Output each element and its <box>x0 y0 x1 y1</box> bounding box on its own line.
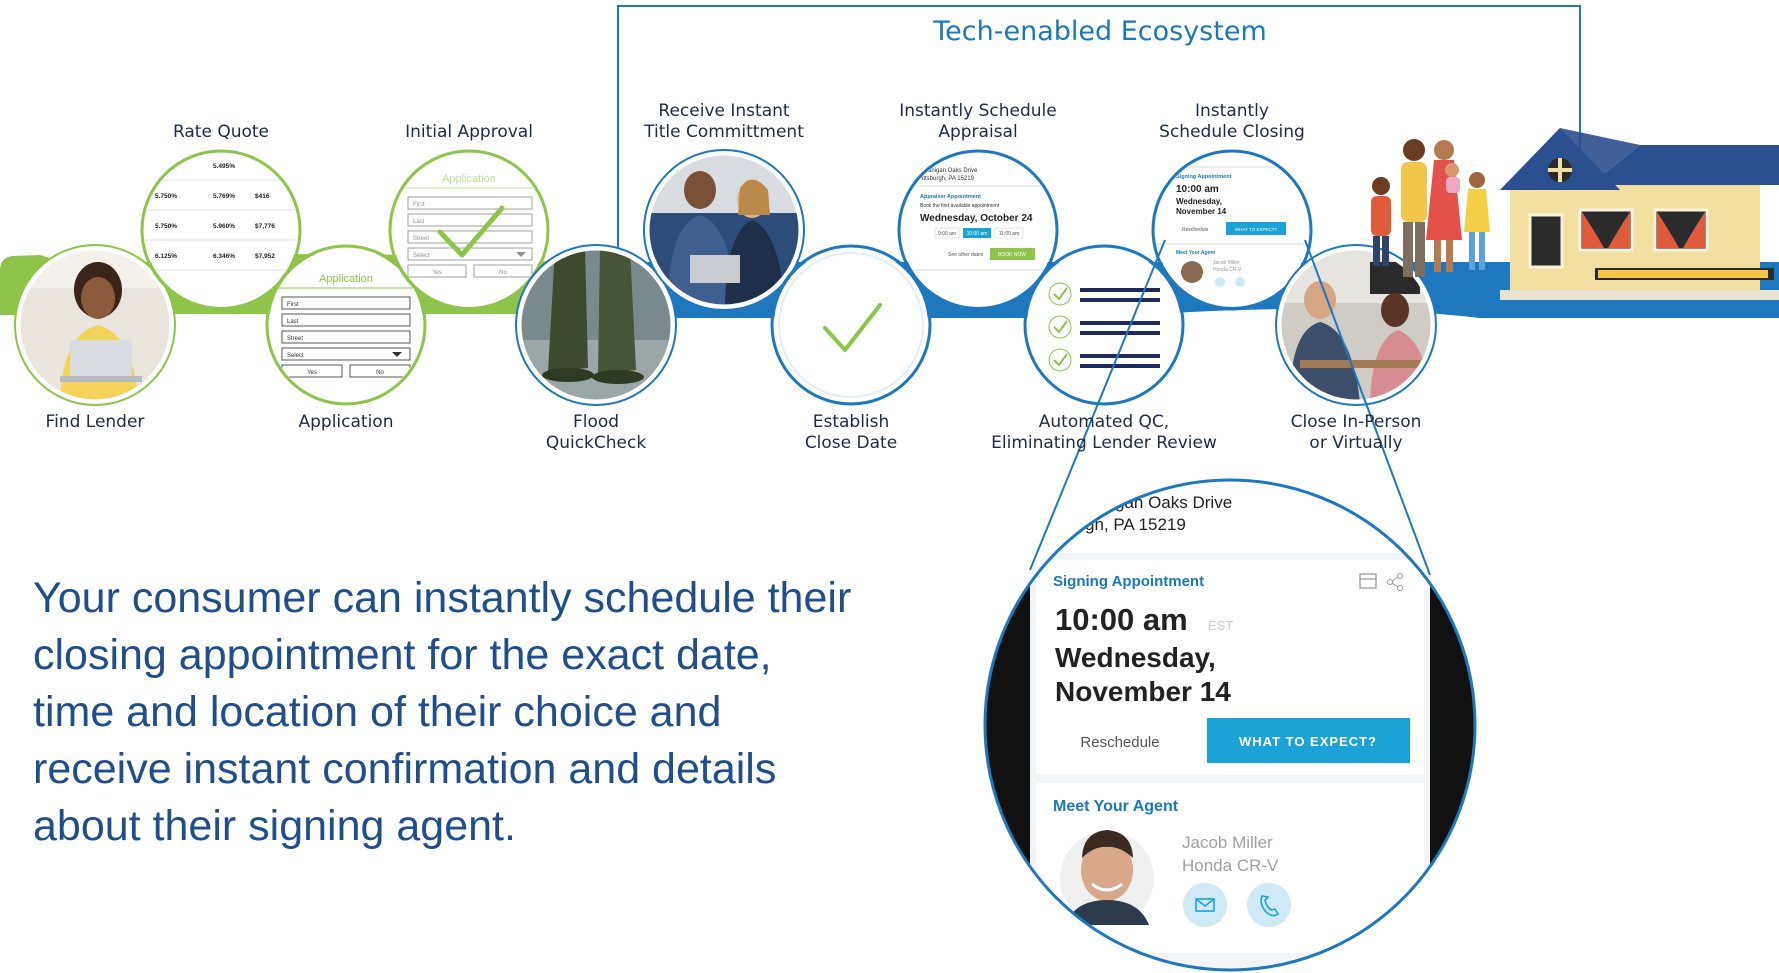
svg-text:10:00 am: 10:00 am <box>967 231 988 237</box>
title-commitment-circle <box>643 149 805 311</box>
zoom-circle: gan Oaks Drive gh, PA 15219 Signing Appo… <box>983 478 1477 972</box>
svg-text:Jacob Miller: Jacob Miller <box>1182 833 1273 852</box>
family-illustration <box>1371 139 1490 277</box>
application-form-title: Application <box>319 273 373 285</box>
rate-quote-cell: $7,952 <box>255 253 275 260</box>
svg-text:Jacob Miller: Jacob Miller <box>1213 260 1240 266</box>
svg-text:November 14: November 14 <box>1176 207 1227 216</box>
svg-text:Reschedule: Reschedule <box>1182 227 1209 233</box>
svg-text:Wednesday, October 24: Wednesday, October 24 <box>920 213 1033 224</box>
svg-text:gan Oaks Drive: gan Oaks Drive <box>1115 493 1232 512</box>
ecosystem-diagram: 5.495% 5.750% 5.769% $416 5.750% 5.960% $7,776… <box>0 0 1779 973</box>
svg-text:10:00 am: 10:00 am <box>1055 602 1188 637</box>
email-agent-button[interactable] <box>1183 883 1227 927</box>
svg-text:See other dates: See other dates <box>948 252 984 258</box>
label-close-in-person: Close In-Person or Virtually <box>1290 412 1422 453</box>
rate-quote-cell: 5.750% <box>155 223 177 230</box>
label-automated-qc: Automated QC, Eliminating Lender Review <box>991 412 1217 453</box>
rate-quote-cell: 6.346% <box>213 253 235 260</box>
label-application: Application <box>298 412 394 432</box>
label-initial-approval: Initial Approval <box>405 122 533 142</box>
svg-text:Select: Select <box>287 353 304 359</box>
rate-quote-cell: 5.769% <box>213 193 235 200</box>
svg-text:Meet Your Agent: Meet Your Agent <box>1053 798 1179 815</box>
svg-text:Last: Last <box>287 319 299 325</box>
automated-qc-circle <box>1023 244 1185 406</box>
svg-text:First: First <box>287 302 299 308</box>
label-schedule-closing: Instantly Schedule Closing <box>1159 101 1305 142</box>
svg-text:Appraiser Appointment: Appraiser Appointment <box>920 194 981 200</box>
rate-quote-cell: $416 <box>255 193 270 200</box>
svg-text:EST: EST <box>1208 618 1233 633</box>
rate-quote-cell: 5.960% <box>213 223 235 230</box>
svg-text:WHAT TO EXPECT?: WHAT TO EXPECT? <box>1235 227 1277 232</box>
svg-text:11:00 am: 11:00 am <box>999 231 1019 237</box>
label-rate-quote: Rate Quote <box>172 122 270 142</box>
rate-quote-cell: 5.495% <box>213 163 235 170</box>
svg-text:Wednesday,: Wednesday, <box>1176 197 1222 206</box>
svg-text:Pittsburgh, PA 15219: Pittsburgh, PA 15219 <box>918 176 975 182</box>
svg-text:Yes: Yes <box>307 370 317 376</box>
svg-text:9:00 am: 9:00 am <box>938 231 956 237</box>
rate-quote-cell: 5.750% <box>155 193 177 200</box>
svg-text:Wednesday,: Wednesday, <box>1055 642 1216 673</box>
house-illustration <box>1500 128 1779 300</box>
svg-text:November 14: November 14 <box>1055 676 1231 707</box>
label-schedule-appraisal: Instantly Schedule Appraisal <box>899 101 1057 142</box>
svg-text:Honda CR-V: Honda CR-V <box>1213 267 1242 273</box>
establish-close-date-circle <box>770 244 932 406</box>
svg-text:Book the first available appoi: Book the first available appointment <box>920 203 1000 209</box>
rate-quote-cell: 6.125% <box>155 253 177 260</box>
svg-text:Street: Street <box>287 336 303 342</box>
initial-approval-circle: Application First Last Street Select Yes… <box>388 149 550 311</box>
label-find-lender: Find Lender <box>45 412 145 432</box>
description-text: Your consumer can instantly schedule the… <box>33 574 852 850</box>
label-title-commitment: Receive Instant Title Committment <box>644 101 804 142</box>
schedule-appraisal-circle: 5 Flanigan Oaks Drive Pittsburgh, PA 152… <box>897 149 1059 311</box>
svg-text:Reschedule: Reschedule <box>1080 734 1159 751</box>
svg-text:No: No <box>376 370 384 376</box>
ecosystem-title: Tech-enabled Ecosystem <box>933 16 1267 47</box>
rate-quote-cell: $7,776 <box>255 223 275 230</box>
svg-text:WHAT TO EXPECT?: WHAT TO EXPECT? <box>1239 734 1377 749</box>
label-flood-quickcheck: Flood QuickCheck <box>545 412 647 453</box>
svg-text:10:00 am: 10:00 am <box>1176 184 1219 195</box>
svg-text:Signing Appointment: Signing Appointment <box>1053 573 1204 590</box>
svg-text:Honda CR-V: Honda CR-V <box>1182 856 1279 875</box>
svg-text:Meet Your Agent: Meet Your Agent <box>1176 250 1215 256</box>
flood-quickcheck-circle <box>515 244 677 406</box>
label-establish-close-date: Establish Close Date <box>804 412 898 453</box>
svg-text:BOOK NOW: BOOK NOW <box>998 252 1026 258</box>
svg-text:Signing Appointment: Signing Appointment <box>1176 174 1232 180</box>
call-agent-button[interactable] <box>1247 883 1291 927</box>
